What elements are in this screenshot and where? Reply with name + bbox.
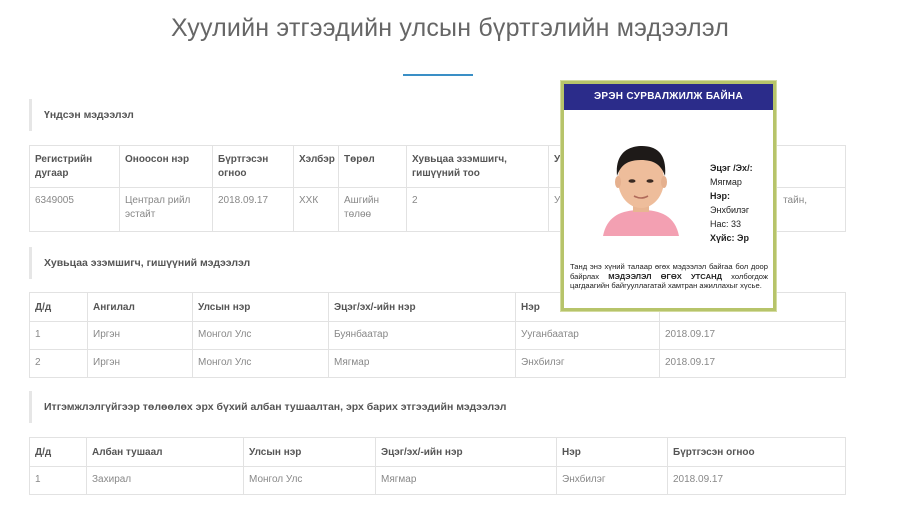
title-underline — [403, 74, 473, 76]
shareholders-label: Хувьцаа эзэмшигч, гишүүний мэдээлэл — [29, 247, 250, 279]
col-parent-name: Эцэг/эх/-ийн нэр — [375, 437, 557, 467]
page-title: Хуулийн этгээдийн улсын бүртгэлийн мэдээ… — [170, 14, 730, 42]
table-row: 2 Иргэн Монгол Улс Мягмар Энхбилэг 2018.… — [29, 349, 846, 378]
cell-form: ХХК — [293, 187, 339, 232]
cell-name: Энхбилэг — [556, 466, 668, 495]
col-form: Хэлбэр — [293, 145, 339, 188]
cell-register-number: 6349005 — [29, 187, 120, 232]
col-registered-date: Бүртгэсэн огноо — [667, 437, 846, 467]
age: Нас: 33 — [710, 219, 742, 229]
cell-index: 1 — [29, 466, 87, 495]
cell-type: Ашгийн төлөө — [338, 187, 407, 232]
wanted-notice: ЭРЭН СУРВАЛЖИЛЖ БАЙНА Эцэг /Эх/: Мягмар … — [561, 81, 776, 311]
person-photo — [597, 136, 685, 236]
cell-category: Иргэн — [87, 321, 193, 350]
cell-name: Энхбилэг — [515, 349, 660, 378]
table-row: 1 Захирал Монгол Улс Мягмар Энхбилэг 201… — [29, 466, 846, 495]
basic-info-label: Үндсэн мэдээлэл — [29, 99, 134, 131]
cell-name: Ууганбаатар — [515, 321, 660, 350]
cell-country: Монгол Улс — [192, 321, 329, 350]
officials-table: Д/д Албан тушаал Улсын нэр Эцэг/эх/-ийн … — [29, 437, 846, 495]
col-position: Албан тушаал — [86, 437, 244, 467]
cell-index: 2 — [29, 349, 88, 378]
col-name: Нэр — [556, 437, 668, 467]
wanted-note: Танд энэ хүний талаар өгөх мэдээлэл байг… — [570, 262, 768, 291]
cell-position: Захирал — [86, 466, 244, 495]
note-bold: МЭДЭЭЛЭЛ ӨГӨХ УТСАНД — [608, 271, 722, 281]
wanted-notice-header: ЭРЭН СУРВАЛЖИЛЖ БАЙНА — [564, 84, 773, 110]
cell-registered-date: 2018.09.17 — [667, 466, 846, 495]
cell-truncated-start: У — [554, 195, 561, 206]
cell-index: 1 — [29, 321, 88, 350]
cell-country: Монгол Улс — [243, 466, 376, 495]
cell-country: Монгол Улс — [192, 349, 329, 378]
gender: Хүйс: Эр — [710, 233, 749, 243]
cell-truncated-end: тайн, — [783, 195, 807, 206]
father-value: Мягмар — [710, 177, 742, 187]
col-country: Улсын нэр — [243, 437, 376, 467]
col-index: Д/д — [29, 292, 88, 322]
person-info: Эцэг /Эх/: Мягмар Нэр: Энхбилэг Нас: 33 … — [710, 161, 753, 245]
cell-parent-name: Буянбаатар — [328, 321, 516, 350]
cell-date: 2018.09.17 — [659, 321, 846, 350]
cell-registered-date: 2018.09.17 — [212, 187, 294, 232]
cell-parent-name: Мягмар — [328, 349, 516, 378]
table-row: 1 Иргэн Монгол Улс Буянбаатар Ууганбаата… — [29, 321, 846, 350]
col-type: Төрөл — [338, 145, 407, 188]
col-index: Д/д — [29, 437, 87, 467]
col-register-number: Регистрийн дугаар — [29, 145, 120, 188]
cell-date: 2018.09.17 — [659, 349, 846, 378]
cell-company-name: Централ рийл эстайт — [119, 187, 213, 232]
col-category: Ангилал — [87, 292, 193, 322]
col-registered-date: Бүртгэсэн огноо — [212, 145, 294, 188]
cell-parent-name: Мягмар — [375, 466, 557, 495]
cell-shareholder-count: 2 — [406, 187, 549, 232]
name-value: Энхбилэг — [710, 205, 750, 215]
col-shareholder-count: Хувьцаа эзэмшигч, гишүүний тоо — [406, 145, 549, 188]
col-country: Улсын нэр — [192, 292, 329, 322]
col-company-name: Оноосон нэр — [119, 145, 213, 188]
father-label: Эцэг /Эх/: — [710, 163, 753, 173]
officials-label: Итгэмжлэлгүйгээр төлөөлөх эрх бүхий алба… — [29, 391, 506, 423]
name-label: Нэр: — [710, 191, 730, 201]
cell-category: Иргэн — [87, 349, 193, 378]
col-parent-name: Эцэг/эх/-ийн нэр — [328, 292, 516, 322]
